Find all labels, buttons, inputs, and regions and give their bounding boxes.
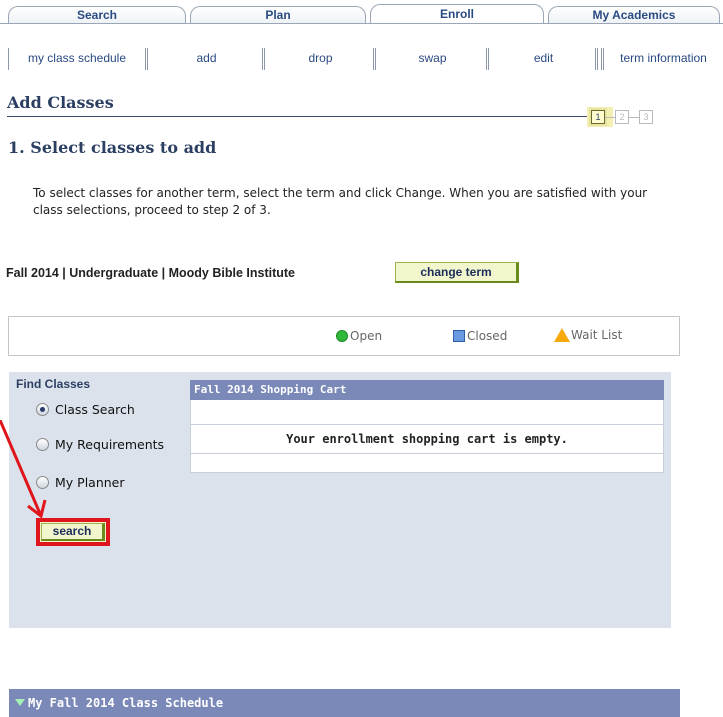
subtab-my-class-schedule[interactable]: my class schedule [8, 48, 148, 70]
legend-open: Open [336, 329, 382, 343]
class-schedule-title: My Fall 2014 Class Schedule [28, 696, 224, 710]
radio-button-checked-icon[interactable] [36, 403, 49, 416]
instructions-text: To select classes for another term, sele… [33, 186, 648, 217]
find-classes-title: Find Classes [16, 377, 91, 391]
class-schedule-bar[interactable]: My Fall 2014 Class Schedule [9, 689, 680, 717]
title-rule [7, 116, 598, 117]
closed-square-icon [453, 330, 465, 342]
collapse-triangle-icon[interactable] [15, 699, 25, 706]
tab-my-academics[interactable]: My Academics [548, 6, 720, 24]
change-term-button[interactable]: change term [395, 262, 519, 283]
status-legend: Open Closed Wait List [8, 316, 680, 356]
term-info: Fall 2014 | Undergraduate | Moody Bible … [6, 266, 295, 280]
tab-divider [0, 23, 723, 24]
subtab-add[interactable]: add [151, 48, 265, 70]
step-connector [605, 116, 615, 118]
radio-class-search[interactable]: Class Search [36, 402, 135, 417]
step-2: 2 [615, 110, 629, 124]
legend-closed: Closed [453, 329, 507, 343]
tab-enroll[interactable]: Enroll [370, 4, 544, 24]
section-title: 1. Select classes to add [8, 138, 217, 157]
tab-plan[interactable]: Plan [190, 6, 366, 24]
legend-wait-list-label: Wait List [571, 328, 623, 342]
tab-search[interactable]: Search [8, 6, 186, 24]
legend-wait-list: Wait List [554, 328, 622, 342]
wait-list-triangle-icon [554, 328, 570, 342]
step-1: 1 [591, 110, 605, 124]
cart-blank-row [190, 454, 664, 473]
radio-class-search-label: Class Search [55, 402, 135, 417]
subtab-drop[interactable]: drop [268, 48, 376, 70]
step-connector [629, 116, 639, 118]
subtab-swap[interactable]: swap [379, 48, 489, 70]
search-button[interactable]: search [41, 523, 105, 541]
shopping-cart-title: Fall 2014 Shopping Cart [190, 380, 664, 400]
subtab-edit[interactable]: edit [492, 48, 598, 70]
step-3: 3 [639, 110, 653, 124]
cart-empty-message: Your enrollment shopping cart is empty. [190, 425, 664, 454]
shopping-cart: Fall 2014 Shopping Cart Your enrollment … [190, 380, 664, 473]
page-title: Add Classes [7, 93, 114, 112]
legend-open-label: Open [350, 329, 383, 343]
annotation-arrow-icon [0, 420, 47, 519]
step-indicator: 1 2 3 [591, 110, 653, 124]
subtab-term-information[interactable]: term information [601, 48, 723, 70]
top-tab-bar: Search Plan Enroll My Academics [0, 0, 723, 24]
open-circle-icon [336, 330, 348, 342]
cart-blank-row [190, 400, 664, 425]
legend-closed-label: Closed [467, 329, 508, 343]
